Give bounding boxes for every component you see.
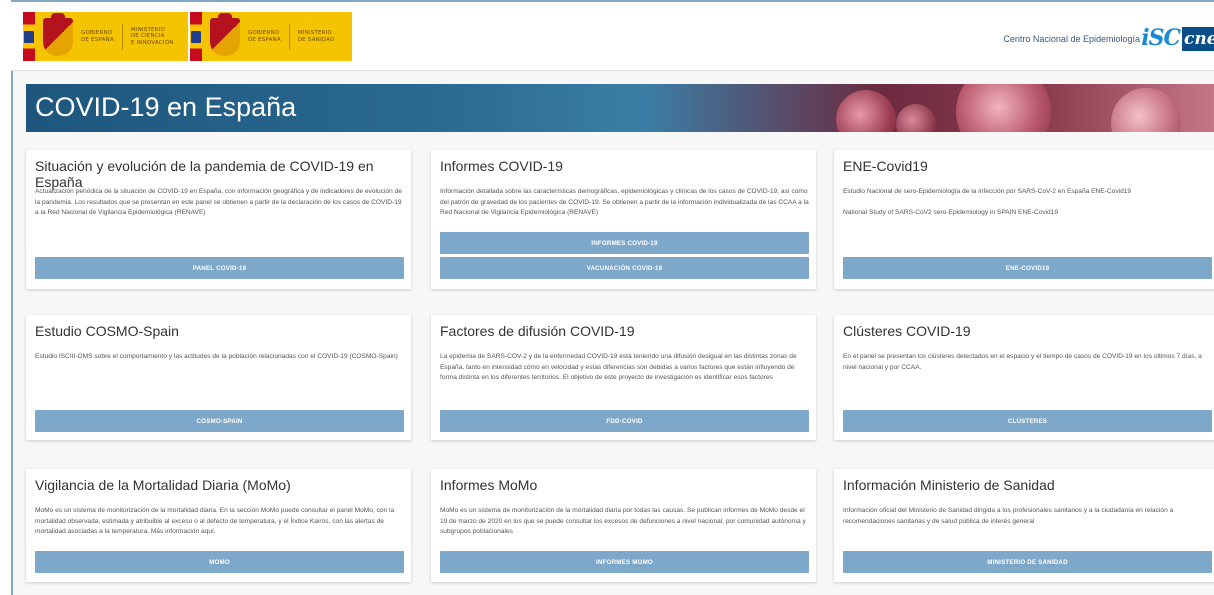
card-momo: Vigilancia de la Mortalidad Diaria (MoMo… xyxy=(26,469,411,582)
card-title: Clústeres COVID-19 xyxy=(843,323,971,339)
card-ministerio-sanidad: Información Ministerio de Sanidad Inform… xyxy=(834,469,1214,582)
clusteres-button[interactable]: CLÚSTERES xyxy=(843,410,1212,432)
isciii-logo[interactable]: iSC xyxy=(1141,25,1181,51)
card-title: Vigilancia de la Mortalidad Diaria (MoMo… xyxy=(35,477,291,493)
virus-image xyxy=(896,104,936,132)
cne-logo[interactable]: cne xyxy=(1182,27,1214,51)
gov-logo-ciencia[interactable]: GOBIERNO DE ESPAÑA MINISTERIO DE CIENCIA… xyxy=(23,12,188,61)
card-situacion: Situación y evolución de la pandemia de … xyxy=(26,150,411,289)
title-banner: COVID-19 en España xyxy=(26,84,1214,132)
card-ene-covid: ENE-Covid19 Estudio Nacional de sero-Epi… xyxy=(834,150,1214,289)
card-description: Estudio ISCIII-OMS sobre el comportamien… xyxy=(35,353,398,360)
ministerio-sanidad-button[interactable]: MINISTERIO DE SANIDAD xyxy=(843,551,1212,573)
panel-covid-button[interactable]: PANEL COVID-19 xyxy=(35,257,404,279)
ministry-label: MINISTERIO DE SANIDAD xyxy=(297,30,335,43)
card-clusteres: Clústeres COVID-19 En el panel se presen… xyxy=(834,315,1214,440)
gov-label: GOBIERNO DE ESPAÑA xyxy=(81,30,114,43)
card-description: Información detallada sobre las caracter… xyxy=(440,188,809,216)
gov-logo-sanidad[interactable]: GOBIERNO DE ESPAÑA MINISTERIO DE SANIDAD xyxy=(190,12,352,61)
ene-covid-button[interactable]: ENE-COVID19 xyxy=(843,257,1212,279)
ministry-label: MINISTERIO DE CIENCIA E INNOVACIÓN xyxy=(130,26,174,46)
card-title: Estudio COSMO-Spain xyxy=(35,323,179,339)
card-description: Estudio Nacional de sero-Epidemiología d… xyxy=(843,188,1132,195)
card-description: Información oficial del Ministerio de Sa… xyxy=(843,507,1174,525)
centro-label[interactable]: Centro Nacional de Epidemiología xyxy=(1003,34,1140,44)
cosmo-spain-button[interactable]: COSMO-SPAIN xyxy=(35,410,404,432)
divider xyxy=(288,23,290,50)
card-description-en: National Study of SARS-CoV2 sero-Epidemi… xyxy=(843,209,1059,216)
card-cosmo-spain: Estudio COSMO-Spain Estudio ISCIII-OMS s… xyxy=(26,315,411,440)
page-title: COVID-19 en España xyxy=(35,92,297,122)
card-description: MoMo es un sistema de monitorización de … xyxy=(440,507,806,535)
eu-flag-icon xyxy=(24,30,34,43)
card-description: En el panel se presentan los clústeres d… xyxy=(843,353,1202,371)
coat-of-arms-icon xyxy=(210,12,240,56)
informes-momo-button[interactable]: INFORMES MOMO xyxy=(440,551,809,573)
site-header: GOBIERNO DE ESPAÑA MINISTERIO DE CIENCIA… xyxy=(11,2,1214,71)
card-title: Informes COVID-19 xyxy=(440,158,563,174)
divider xyxy=(121,23,123,50)
eu-flag-icon xyxy=(191,30,201,43)
card-title: Situación y evolución de la pandemia de … xyxy=(35,158,374,190)
flag-stripe xyxy=(190,12,202,61)
card-informes-covid: Informes COVID-19 Información detallada … xyxy=(431,150,816,289)
card-description: Actualización periódica de la situación … xyxy=(35,188,402,216)
momo-button[interactable]: MOMO xyxy=(35,551,404,573)
card-informes-momo: Informes MoMo MoMo es un sistema de moni… xyxy=(431,469,816,582)
coat-of-arms-icon xyxy=(43,12,73,56)
virus-image xyxy=(1111,88,1181,132)
card-title: Informes MoMo xyxy=(440,477,538,493)
card-factores-difusion: Factores de difusión COVID-19 La epidemi… xyxy=(431,315,816,440)
gov-label: GOBIERNO DE ESPAÑA xyxy=(248,30,281,43)
card-title: ENE-Covid19 xyxy=(843,158,928,174)
virus-image xyxy=(956,84,1051,132)
virus-image xyxy=(836,90,896,132)
card-description: La epidemia de SARS-COV-2 y de la enferm… xyxy=(440,353,797,381)
fdd-covid-button[interactable]: FDD-COVID xyxy=(440,410,809,432)
vacunacion-covid-button[interactable]: VACUNACIÓN COVID-19 xyxy=(440,257,809,279)
card-description: MoMo es un sistema de monitorización de … xyxy=(35,507,395,535)
card-title: Información Ministerio de Sanidad xyxy=(843,477,1055,493)
card-title: Factores de difusión COVID-19 xyxy=(440,323,635,339)
flag-stripe xyxy=(23,12,35,61)
informes-covid-button[interactable]: INFORMES COVID-19 xyxy=(440,232,809,254)
